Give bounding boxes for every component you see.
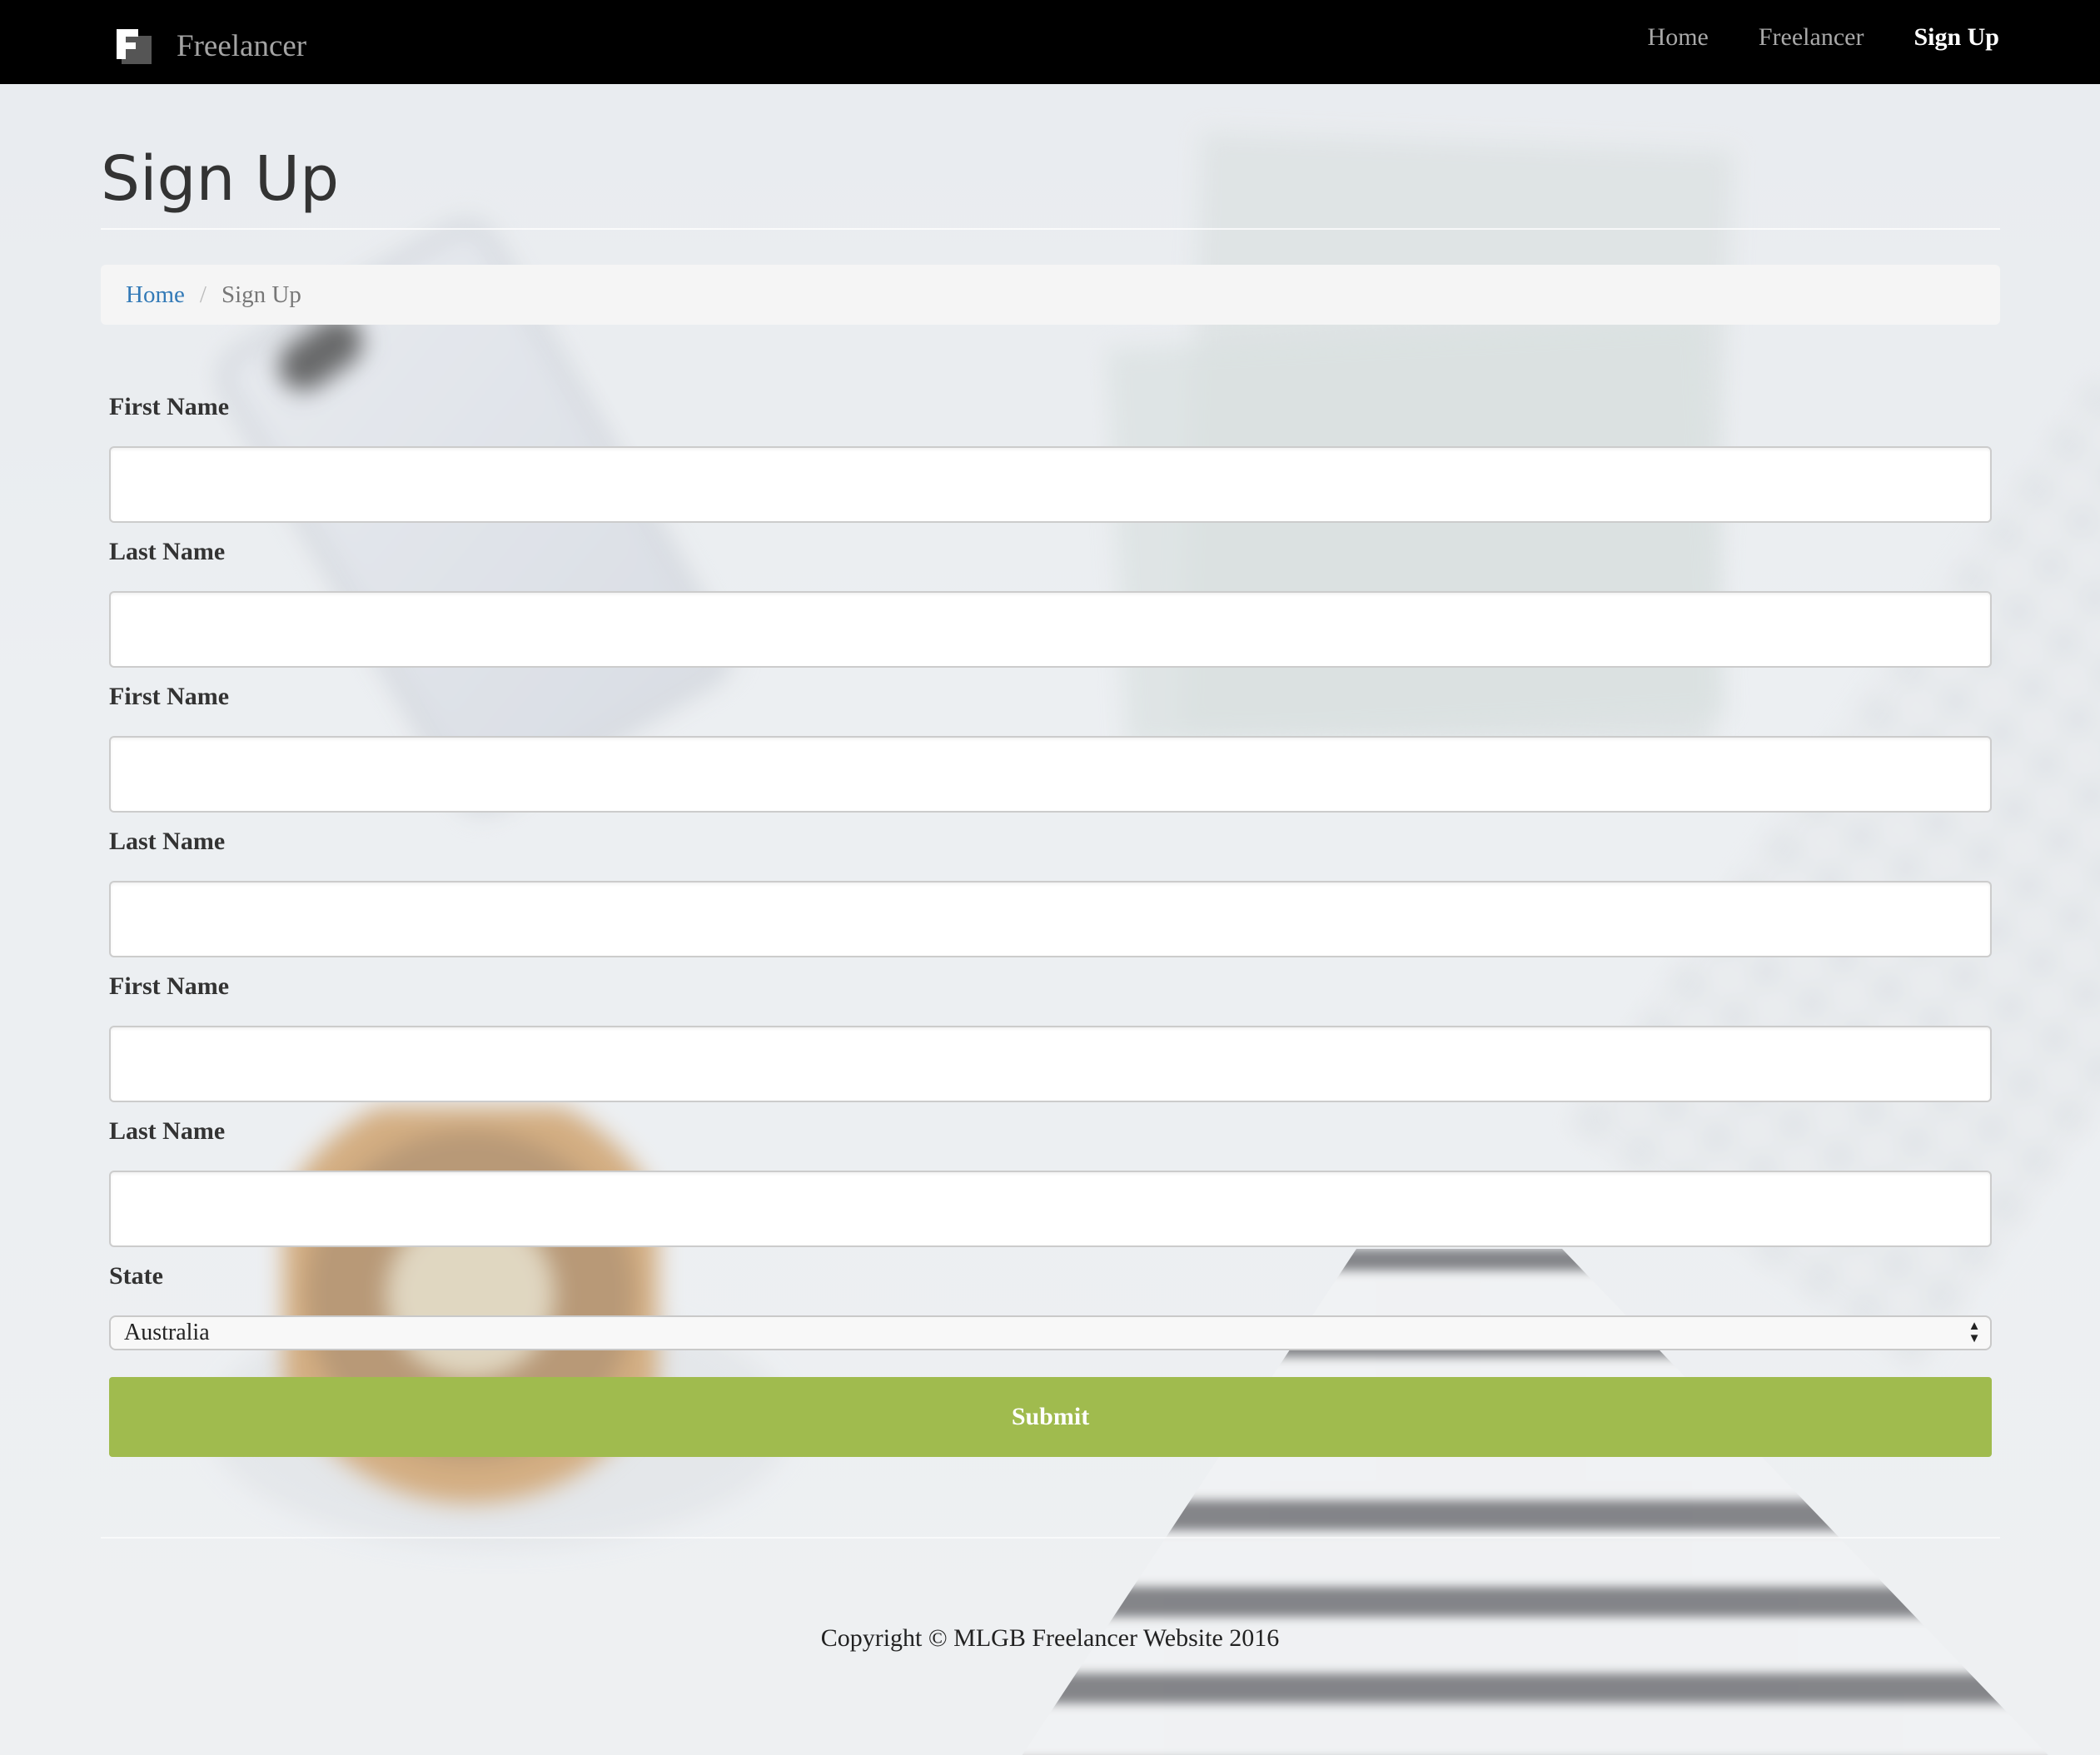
first-name-input[interactable] xyxy=(109,446,1992,523)
title-divider xyxy=(101,228,2000,230)
nav-home[interactable]: Home xyxy=(1648,23,1709,52)
brand-link[interactable]: Freelancer xyxy=(113,25,306,67)
breadcrumb: Home / Sign Up xyxy=(101,265,2000,325)
last-name-label-2: Last Name xyxy=(109,828,226,855)
brand-name: Freelancer xyxy=(177,28,307,63)
first-name-label-2: First Name xyxy=(109,683,230,710)
nav-freelancer[interactable]: Freelancer xyxy=(1759,23,1864,52)
breadcrumb-current: Sign Up xyxy=(221,281,301,308)
main-content: Sign Up Home / Sign Up First Name Last N… xyxy=(0,0,2100,1755)
first-name-label-3: First Name xyxy=(109,972,230,1000)
footer-divider xyxy=(101,1537,2000,1539)
breadcrumb-home[interactable]: Home xyxy=(126,281,185,309)
first-name-input-2[interactable] xyxy=(109,736,1992,813)
first-name-label: First Name xyxy=(109,393,230,420)
state-selected-value: Australia xyxy=(124,1320,210,1345)
state-select[interactable]: Australia ▲ ▼ xyxy=(109,1315,1992,1350)
footer-copyright: Copyright © MLGB Freelancer Website 2016 xyxy=(820,1624,1280,1652)
freelancer-logo-icon xyxy=(117,29,152,64)
nav-sign-up[interactable]: Sign Up xyxy=(1913,23,1999,52)
submit-button[interactable]: Submit xyxy=(109,1377,1992,1457)
select-arrows-icon: ▲ ▼ xyxy=(1968,1320,1981,1345)
nav-links: Home Freelancer Sign Up xyxy=(1648,23,1999,52)
state-label: State xyxy=(109,1262,163,1290)
page-title: Sign Up xyxy=(101,143,340,215)
breadcrumb-separator: / xyxy=(199,281,207,308)
last-name-input[interactable] xyxy=(109,591,1992,668)
last-name-label: Last Name xyxy=(109,538,226,565)
last-name-label-3: Last Name xyxy=(109,1117,226,1145)
last-name-input-3[interactable] xyxy=(109,1171,1992,1247)
first-name-input-3[interactable] xyxy=(109,1026,1992,1102)
top-navbar: Freelancer Home Freelancer Sign Up xyxy=(0,0,2100,84)
last-name-input-2[interactable] xyxy=(109,881,1992,957)
